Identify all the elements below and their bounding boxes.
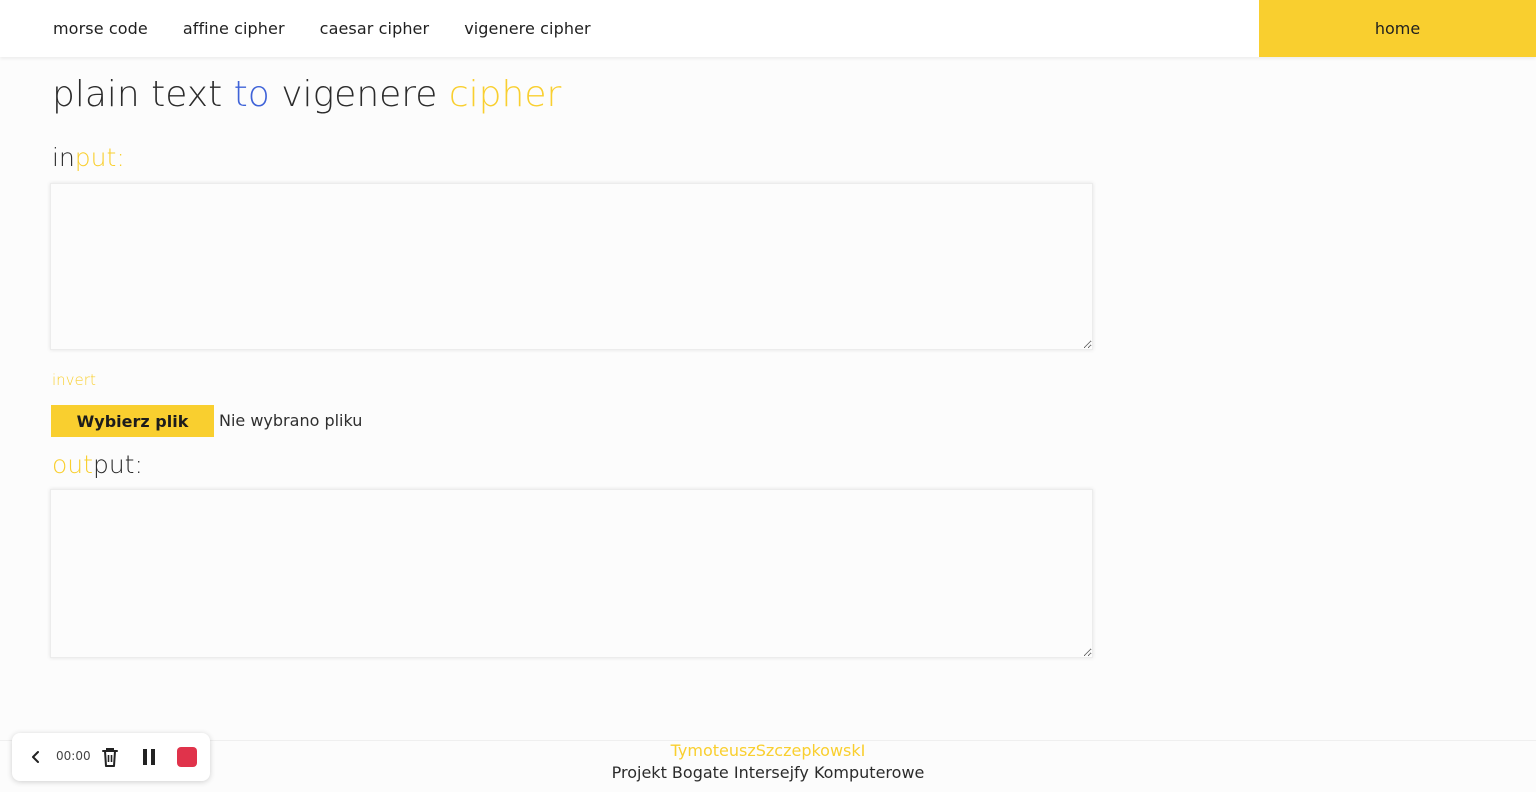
title-part-cipher: cipher (448, 74, 562, 115)
nav-link-affine-cipher[interactable]: affine cipher (183, 19, 285, 38)
output-label: output: (52, 450, 143, 479)
output-label-b: put: (92, 450, 143, 479)
title-part-plain-text: plain text (52, 74, 234, 115)
footer-project: Projekt Bogate Intersejfy Komputerowe (611, 763, 925, 782)
home-button[interactable]: home (1259, 0, 1536, 57)
footer-author: TymoteuszSzczepkowskI (670, 741, 866, 760)
nav-link-morse-code[interactable]: morse code (53, 19, 148, 38)
file-status-text: Nie wybrano pliku (219, 411, 363, 430)
input-label: input: (52, 143, 125, 172)
nav-links: morse code affine cipher caesar cipher v… (53, 0, 626, 57)
nav-link-caesar-cipher[interactable]: caesar cipher (320, 19, 430, 38)
screen-recorder-widget: 00:00 (12, 733, 210, 781)
top-navbar: morse code affine cipher caesar cipher v… (0, 0, 1536, 57)
nav-link-vigenere-cipher[interactable]: vigenere cipher (464, 19, 591, 38)
pause-icon[interactable] (140, 747, 158, 767)
input-label-a: in (52, 143, 75, 172)
title-part-vigenere: vigenere (269, 74, 449, 115)
output-label-a: out (52, 450, 93, 479)
trash-icon[interactable] (100, 746, 120, 768)
title-part-to: to (233, 74, 270, 115)
choose-file-button[interactable]: Wybierz plik (51, 405, 214, 437)
output-textarea[interactable] (50, 489, 1093, 658)
footer: TymoteuszSzczepkowskI Projekt Bogate Int… (0, 740, 1536, 792)
stop-icon[interactable] (177, 747, 197, 767)
page-title: plain text to vigenere cipher (52, 74, 561, 115)
chevron-left-icon[interactable] (28, 747, 44, 767)
input-textarea[interactable] (50, 183, 1093, 350)
invert-link[interactable]: invert (52, 371, 96, 389)
input-label-b: put: (74, 143, 125, 172)
recording-timer: 00:00 (56, 749, 91, 763)
